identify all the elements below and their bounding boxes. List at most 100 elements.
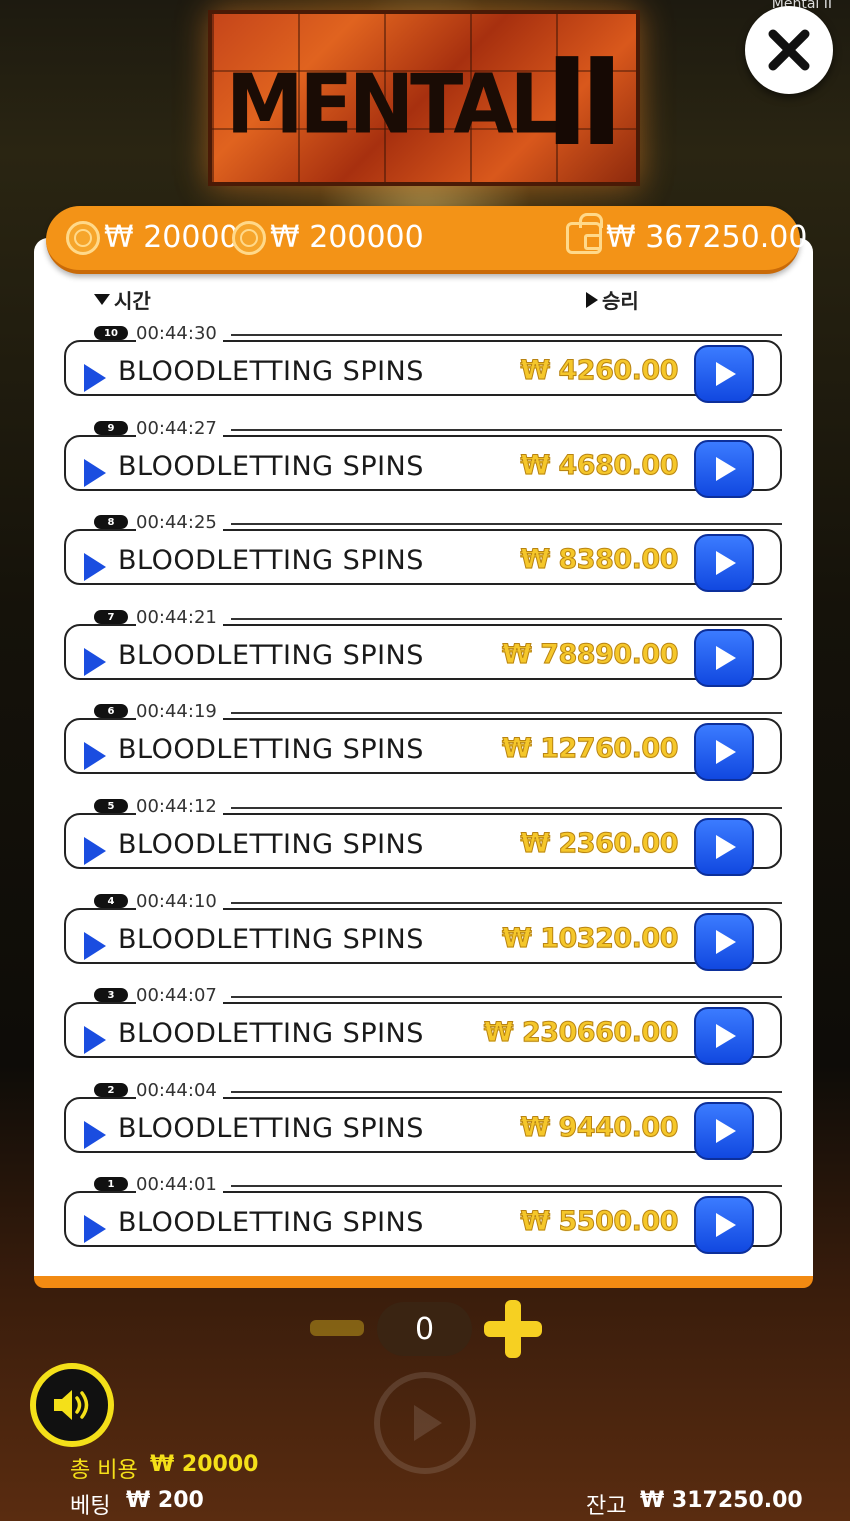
plus-button[interactable] xyxy=(484,1300,542,1358)
sort-time-header[interactable]: 시간 xyxy=(94,285,151,314)
bet-amount: ₩ 20000 xyxy=(104,220,239,255)
row-box[interactable]: BLOODLETTING SPINS ₩ 4260.00 xyxy=(64,340,782,403)
row-win-amount: ₩ 5500.00 xyxy=(520,1206,679,1238)
row-box[interactable]: BLOODLETTING SPINS ₩ 4680.00 xyxy=(64,435,782,498)
row-time: 00:44:27 xyxy=(136,417,223,439)
row-win-amount: ₩ 78890.00 xyxy=(502,639,679,671)
play-icon xyxy=(716,362,736,386)
history-row[interactable]: BLOODLETTING SPINS ₩ 10320.00 4 00:44:10 xyxy=(64,890,782,971)
history-row[interactable]: BLOODLETTING SPINS ₩ 5500.00 1 00:44:01 xyxy=(64,1173,782,1254)
history-row[interactable]: BLOODLETTING SPINS ₩ 2360.00 5 00:44:12 xyxy=(64,795,782,876)
row-number-badge: 9 xyxy=(94,421,128,435)
history-row[interactable]: BLOODLETTING SPINS ₩ 12760.00 6 00:44:19 xyxy=(64,700,782,781)
coin-icon xyxy=(66,220,100,255)
row-number-badge: 6 xyxy=(94,704,128,718)
row-divider xyxy=(230,712,782,714)
wallet-amount: ₩ 367250.00 xyxy=(606,220,808,255)
history-row[interactable]: BLOODLETTING SPINS ₩ 8380.00 8 00:44:25 xyxy=(64,511,782,592)
row-win-amount: ₩ 12760.00 xyxy=(502,733,679,765)
logo-numeral: II xyxy=(544,34,624,173)
row-box[interactable]: BLOODLETTING SPINS ₩ 9440.00 xyxy=(64,1097,782,1160)
row-box[interactable]: BLOODLETTING SPINS ₩ 10320.00 xyxy=(64,908,782,971)
play-icon xyxy=(716,1213,736,1237)
logo-text: MENTAL xyxy=(226,57,559,153)
row-time: 00:44:25 xyxy=(136,511,223,533)
play-icon xyxy=(716,1119,736,1143)
play-icon xyxy=(84,837,106,865)
minus-button[interactable] xyxy=(310,1320,364,1336)
history-row[interactable]: BLOODLETTING SPINS ₩ 4680.00 9 00:44:27 xyxy=(64,417,782,498)
play-icon xyxy=(84,364,106,392)
history-row[interactable]: BLOODLETTING SPINS ₩ 9440.00 2 00:44:04 xyxy=(64,1079,782,1160)
history-row[interactable]: BLOODLETTING SPINS ₩ 230660.00 3 00:44:07 xyxy=(64,984,782,1065)
play-icon xyxy=(716,646,736,670)
row-title: BLOODLETTING SPINS xyxy=(118,1018,424,1049)
row-box[interactable]: BLOODLETTING SPINS ₩ 12760.00 xyxy=(64,718,782,781)
play-icon xyxy=(716,930,736,954)
play-icon xyxy=(84,1026,106,1054)
row-win-amount: ₩ 4680.00 xyxy=(520,450,679,482)
row-divider xyxy=(230,902,782,904)
replay-button[interactable] xyxy=(694,1007,754,1065)
history-row[interactable]: BLOODLETTING SPINS ₩ 4260.00 10 00:44:30 xyxy=(64,322,782,403)
play-icon xyxy=(716,740,736,764)
play-icon xyxy=(84,932,106,960)
row-time: 00:44:21 xyxy=(136,606,223,628)
wallet-group: ₩ 367250.00 xyxy=(566,212,808,255)
row-header: 8 00:44:25 xyxy=(94,511,782,533)
play-icon xyxy=(84,553,106,581)
row-box[interactable]: BLOODLETTING SPINS ₩ 2360.00 xyxy=(64,813,782,876)
row-divider xyxy=(230,334,782,336)
play-icon xyxy=(716,457,736,481)
row-divider xyxy=(230,618,782,620)
row-title: BLOODLETTING SPINS xyxy=(118,829,424,860)
row-divider xyxy=(230,1185,782,1187)
row-number-badge: 3 xyxy=(94,988,128,1002)
play-icon xyxy=(84,1121,106,1149)
row-time: 00:44:04 xyxy=(136,1079,223,1101)
sound-button[interactable] xyxy=(30,1363,114,1447)
replay-button[interactable] xyxy=(694,913,754,971)
replay-button[interactable] xyxy=(694,629,754,687)
max-amount: ₩ 200000 xyxy=(270,220,424,255)
row-header: 6 00:44:19 xyxy=(94,700,782,722)
bet-amount-group: ₩ 20000 xyxy=(66,220,239,255)
history-row[interactable]: BLOODLETTING SPINS ₩ 78890.00 7 00:44:21 xyxy=(64,606,782,687)
balance-bar: ₩ 20000 ₩ 200000 ₩ 367250.00 xyxy=(46,206,807,274)
replay-button[interactable] xyxy=(694,534,754,592)
replay-button[interactable] xyxy=(694,345,754,403)
row-header: 1 00:44:01 xyxy=(94,1173,782,1195)
replay-button[interactable] xyxy=(694,723,754,781)
spin-button[interactable] xyxy=(374,1372,476,1474)
row-number-badge: 10 xyxy=(94,326,128,340)
row-box[interactable]: BLOODLETTING SPINS ₩ 230660.00 xyxy=(64,1002,782,1065)
play-icon xyxy=(716,835,736,859)
row-box[interactable]: BLOODLETTING SPINS ₩ 8380.00 xyxy=(64,529,782,592)
row-header: 9 00:44:27 xyxy=(94,417,782,439)
close-button[interactable] xyxy=(745,6,833,94)
replay-button[interactable] xyxy=(694,1196,754,1254)
row-box[interactable]: BLOODLETTING SPINS ₩ 78890.00 xyxy=(64,624,782,687)
sort-win-header[interactable]: 승리 xyxy=(586,285,639,314)
replay-button[interactable] xyxy=(694,818,754,876)
balance-label: 잔고 xyxy=(586,1494,627,1519)
balance-value: ₩ 317250.00 xyxy=(640,1488,803,1513)
row-win-amount: ₩ 2360.00 xyxy=(520,828,679,860)
play-icon xyxy=(84,1215,106,1243)
row-divider xyxy=(230,1091,782,1093)
row-title: BLOODLETTING SPINS xyxy=(118,1113,424,1144)
row-title: BLOODLETTING SPINS xyxy=(118,451,424,482)
row-title: BLOODLETTING SPINS xyxy=(118,640,424,671)
row-title: BLOODLETTING SPINS xyxy=(118,1207,424,1238)
replay-button[interactable] xyxy=(694,1102,754,1160)
sort-down-icon xyxy=(94,294,110,305)
row-time: 00:44:19 xyxy=(136,700,223,722)
row-title: BLOODLETTING SPINS xyxy=(118,356,424,387)
game-logo: MENTAL II xyxy=(208,10,640,186)
row-number-badge: 4 xyxy=(94,894,128,908)
row-header: 5 00:44:12 xyxy=(94,795,782,817)
replay-button[interactable] xyxy=(694,440,754,498)
row-box[interactable]: BLOODLETTING SPINS ₩ 5500.00 xyxy=(64,1191,782,1254)
row-header: 4 00:44:10 xyxy=(94,890,782,912)
coin-icon xyxy=(232,220,266,255)
